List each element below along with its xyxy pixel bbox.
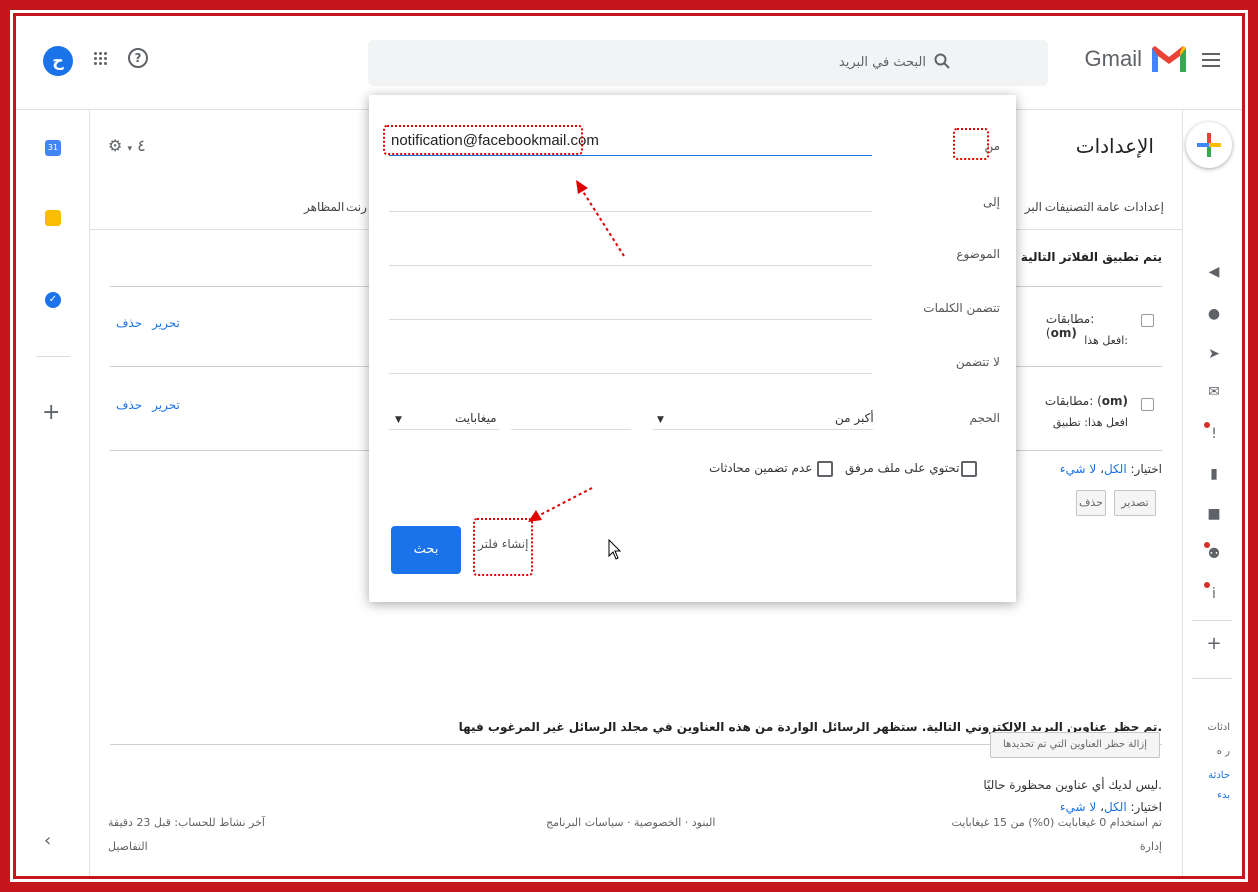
filter-row-actions: تحرير حذف bbox=[116, 398, 180, 412]
delete-filter-link[interactable]: حذف bbox=[116, 398, 142, 412]
spam-icon[interactable]: ! bbox=[1206, 426, 1222, 442]
from-field-underline bbox=[389, 155, 872, 156]
has-words-label: تتضمن الكلمات bbox=[923, 301, 1000, 315]
filter-row-checkbox[interactable] bbox=[1141, 314, 1154, 327]
has-words-field[interactable] bbox=[389, 319, 872, 320]
select-all-link[interactable]: الكل bbox=[1104, 800, 1127, 814]
hangouts-label-2: ر ه bbox=[1216, 746, 1230, 757]
tab-general[interactable]: إعدادات عامة bbox=[1096, 200, 1164, 214]
select-none-link[interactable]: لا شيء bbox=[1060, 800, 1096, 814]
edit-filter-link[interactable]: تحرير bbox=[152, 398, 180, 412]
filter-row-actions: تحرير حذف bbox=[116, 316, 180, 330]
delete-filter-link[interactable]: حذف bbox=[116, 316, 142, 330]
side-panel: 31 ✓ + ‹ bbox=[16, 110, 90, 876]
size-label: الحجم bbox=[969, 411, 1000, 425]
help-icon[interactable]: ? bbox=[128, 48, 148, 68]
collapse-panel-icon[interactable]: ‹ bbox=[44, 830, 51, 851]
search-bar[interactable]: البحث في البريد bbox=[368, 40, 1048, 86]
gmail-app: Gmail البحث في البريد ? ح 31 ✓ + ‹ ◀ ● ➤ bbox=[16, 16, 1242, 876]
blocked-select-line: اختيار: الكل، لا شيء bbox=[1059, 800, 1162, 814]
no-chats-checkbox[interactable] bbox=[817, 461, 833, 477]
categories-icon[interactable]: ■ bbox=[1206, 506, 1222, 522]
edit-filter-link[interactable]: تحرير bbox=[152, 316, 180, 330]
storage-usage: تم استخدام 0 غيغابايت (0%) من 15 غيغاباي… bbox=[951, 816, 1162, 829]
trash-icon[interactable]: ▮ bbox=[1206, 466, 1222, 482]
tasks-icon[interactable]: ✓ bbox=[45, 292, 61, 308]
export-button[interactable]: تصدير bbox=[1114, 490, 1156, 516]
chevron-down-icon[interactable]: ▾ bbox=[127, 144, 132, 154]
footer-links[interactable]: البنود · الخصوصية · سياسات البرنامج bbox=[546, 816, 715, 829]
filter-action-label: افعل هذا: bbox=[1084, 334, 1128, 347]
no-chats-label: عدم تضمين محادثات bbox=[709, 461, 813, 475]
to-label: إلى bbox=[983, 195, 1000, 209]
calendar-icon[interactable]: 31 bbox=[45, 140, 61, 156]
doesnt-have-label: لا تتضمن bbox=[955, 355, 1000, 369]
search-button[interactable]: بحث bbox=[391, 526, 461, 574]
subject-field[interactable] bbox=[389, 265, 872, 266]
gmail-wordmark[interactable]: Gmail bbox=[1085, 46, 1142, 72]
from-value-highlight bbox=[383, 125, 583, 155]
chevron-down-icon[interactable]: ▼ bbox=[395, 415, 402, 425]
chevron-down-icon[interactable]: ▼ bbox=[657, 415, 664, 425]
tab-offline[interactable]: رنت bbox=[346, 200, 367, 214]
subject-label: الموضوع bbox=[956, 247, 1000, 261]
side-panel-divider bbox=[36, 356, 70, 357]
mouse-cursor-icon bbox=[608, 539, 622, 560]
details-link[interactable]: التفاصيل bbox=[108, 840, 148, 853]
start-chat-link[interactable]: بدء bbox=[1217, 790, 1230, 801]
social-icon[interactable]: ⚉ bbox=[1206, 546, 1222, 562]
navigation-rail: ◀ ● ➤ ✉ ! ▮ ■ ⚉ i + ادثات ر ه حادثة بدء bbox=[1182, 110, 1242, 876]
filter-action-label: افعل هذا: تطبيق bbox=[1052, 416, 1128, 429]
settings-gear-menu[interactable]: ⚙ ▾ ٤ bbox=[108, 136, 146, 155]
main-menu-icon[interactable] bbox=[1202, 53, 1220, 67]
all-mail-icon[interactable]: ✉ bbox=[1206, 384, 1222, 400]
unblock-button[interactable]: إزالة حظر العناوين التي تم تحديدها bbox=[990, 732, 1160, 758]
has-attachment-label: تحتوي على ملف مرفق bbox=[845, 461, 960, 475]
select-none-link[interactable]: لا شيء bbox=[1060, 462, 1096, 476]
sent-icon[interactable]: ➤ bbox=[1206, 346, 1222, 362]
select-all-link[interactable]: الكل bbox=[1104, 462, 1127, 476]
create-filter-highlight bbox=[473, 518, 533, 576]
search-placeholder[interactable]: البحث في البريد bbox=[839, 55, 926, 70]
manage-storage-link[interactable]: إدارة bbox=[1140, 840, 1162, 853]
get-addons-icon[interactable]: + bbox=[42, 400, 60, 425]
add-label-icon[interactable]: + bbox=[1206, 635, 1222, 653]
chats-icon[interactable]: ● bbox=[1206, 306, 1222, 322]
google-apps-icon[interactable] bbox=[94, 52, 108, 66]
size-operator-select[interactable]: أكبر من bbox=[835, 411, 874, 425]
account-avatar[interactable]: ح bbox=[43, 46, 73, 76]
has-attachment-checkbox[interactable] bbox=[961, 461, 977, 477]
gear-icon[interactable]: ⚙ bbox=[108, 136, 122, 155]
page-title: الإعدادات bbox=[1075, 134, 1154, 158]
from-label-highlight bbox=[953, 128, 989, 160]
doesnt-have-field[interactable] bbox=[389, 373, 872, 374]
tab-labels[interactable]: التصنيفات bbox=[1045, 200, 1094, 214]
gmail-logo-icon[interactable] bbox=[1150, 44, 1188, 74]
keep-icon[interactable] bbox=[45, 210, 61, 226]
gear-label: ٤ bbox=[137, 136, 146, 155]
delete-button[interactable]: حذف bbox=[1076, 490, 1106, 516]
updates-icon[interactable]: i bbox=[1206, 586, 1222, 602]
search-icon[interactable] bbox=[934, 53, 950, 69]
nav-divider bbox=[1192, 620, 1232, 621]
search-options-dialog: من notification@facebookmail.com إلى الم… bbox=[369, 95, 1016, 602]
size-unit-select[interactable]: ميغابايت bbox=[455, 411, 497, 425]
last-activity: آخر نشاط للحساب: قبل 23 دقيقة bbox=[108, 816, 265, 829]
hangouts-label: ادثات bbox=[1207, 722, 1230, 733]
tab-themes[interactable]: المظاهر bbox=[304, 200, 344, 214]
compose-button[interactable] bbox=[1186, 122, 1232, 168]
new-chat-link[interactable]: حادثة bbox=[1208, 770, 1230, 781]
no-blocked-text: ليس لديك أي عناوين محظورة حاليًا. bbox=[983, 778, 1162, 792]
important-icon[interactable]: ◀ bbox=[1206, 264, 1222, 280]
to-field[interactable] bbox=[389, 211, 872, 212]
annotation-frame-inner: Gmail البحث في البريد ? ح 31 ✓ + ‹ ◀ ● ➤ bbox=[13, 13, 1245, 879]
tab-inbox[interactable]: البر bbox=[1025, 200, 1042, 214]
filters-select-line: اختيار: الكل، لا شيء bbox=[1059, 462, 1162, 476]
filter-match-label: مطابقات: (om) bbox=[1044, 394, 1128, 408]
size-value-field[interactable] bbox=[511, 429, 631, 430]
filter-row-checkbox[interactable] bbox=[1141, 398, 1154, 411]
